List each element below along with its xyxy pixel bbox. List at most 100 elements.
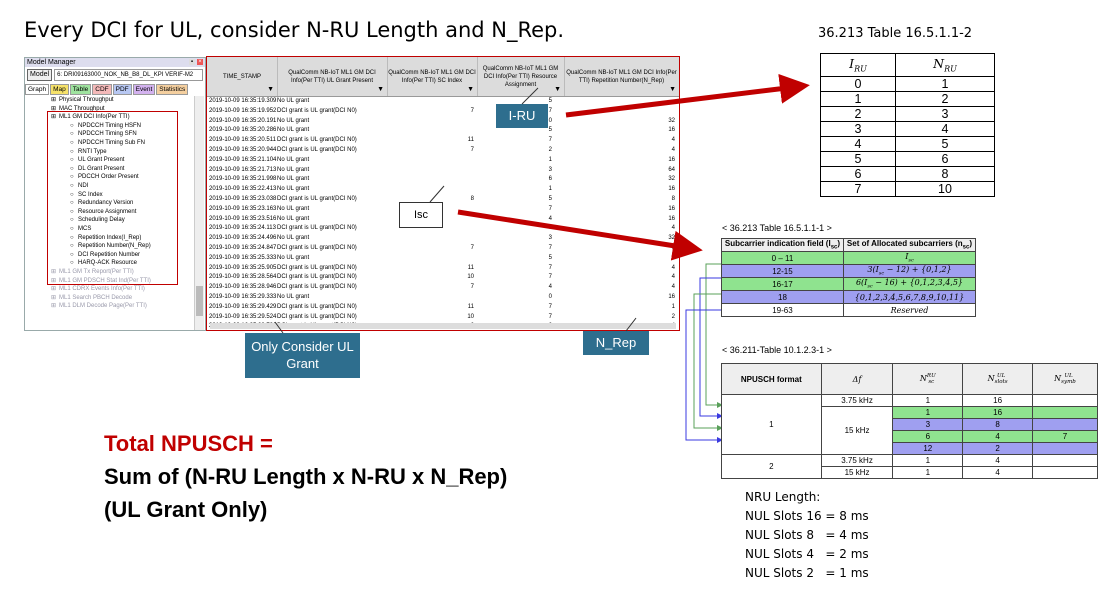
iru-row: 7 10 (820, 181, 995, 197)
iru-row: 45 (820, 136, 995, 152)
iru-cell: 4 (820, 136, 896, 152)
npusch-nsymb (1032, 406, 1098, 419)
npusch-header-2: N RU sc (892, 363, 964, 395)
npusch-nsc: 1 (892, 454, 964, 467)
nru-line: NUL Slots 8 = 4 ms (745, 528, 869, 542)
nru-line: NUL Slots 16 = 8 ms (745, 509, 869, 523)
iru-table-caption: 36.213 Table 16.5.1.1-2 (818, 26, 973, 41)
npusch-nsc: 12 (892, 442, 964, 455)
npusch-nslots: 16 (962, 394, 1033, 407)
npusch-df: 3.75 kHz (820, 454, 894, 467)
npusch-nsc: 3 (892, 418, 964, 431)
npusch-nsymb (1032, 394, 1098, 407)
iru-row: 12 (820, 91, 995, 107)
iru-cell: 2 (820, 106, 896, 122)
npusch-nslots: 4 (962, 454, 1033, 467)
sc-set-cell: Reserved (842, 303, 977, 317)
sc-field-cell: 0 – 11 (721, 251, 844, 265)
npusch-nslots: 8 (962, 418, 1033, 431)
iru-cell: 3 (895, 106, 995, 122)
sc-field-cell: 12-15 (721, 264, 844, 278)
iru-cell: 4 (895, 121, 995, 137)
iru-header-iru: IRU (820, 53, 896, 77)
nru-title: NRU Length: (745, 490, 821, 504)
npusch-df: 15 kHz (820, 466, 894, 479)
connector-0-11 (705, 263, 723, 408)
npusch-nslots: 2 (962, 442, 1033, 455)
npusch-header-1: Δf (820, 363, 894, 395)
npusch-nsymb (1032, 418, 1098, 431)
sc-header-field: Subcarrier indication field (Isc) (721, 238, 844, 252)
npusch-nsymb (1032, 466, 1098, 479)
iru-cell: 0 (820, 76, 896, 92)
nru-length-notes: NRU Length: NUL Slots 16 = 8 ms NUL Slots… (745, 488, 869, 583)
npusch-format-1: 1 (721, 394, 822, 455)
npusch-nslots: 16 (962, 406, 1033, 419)
iru-cell: 2 (895, 91, 995, 107)
iru-header-nru: NRU (895, 53, 995, 77)
npusch-df: 3.75 kHz (820, 394, 894, 407)
sc-row: 0 – 11 Isc (721, 251, 977, 265)
connector-18 (685, 309, 723, 443)
iru-cell: 1 (895, 76, 995, 92)
total-line-2: Sum of (N-RU Length x N-RU x N_Rep) (104, 464, 508, 489)
iru-cell: 6 (820, 166, 896, 182)
nru-line: NUL Slots 4 = 2 ms (745, 547, 869, 561)
iru-cell: 5 (895, 136, 995, 152)
npusch-header-0: NPUSCH format (721, 363, 822, 395)
nru-line: NUL Slots 2 = 1 ms (745, 566, 869, 580)
sc-field-cell: 16-17 (721, 277, 844, 291)
iru-row: 68 (820, 166, 995, 182)
sc-row: 19-63 Reserved (721, 303, 977, 317)
npusch-nslots: 4 (962, 466, 1033, 479)
arrow-iru (565, 73, 810, 118)
sc-header-set: Set of Allocated subcarriers (nsc) (842, 238, 977, 252)
npusch-header-3: N UL slots (962, 363, 1033, 395)
sc-set-cell: {0,1,2,3,4,5,6,7,8,9,10,11} (842, 290, 977, 304)
ul-grant-pointer (274, 321, 284, 334)
isc-pointer (429, 185, 445, 203)
iru-pointer (521, 87, 539, 105)
nrep-pointer (625, 317, 637, 332)
npusch-nsc: 1 (892, 406, 964, 419)
sc-row: 18 {0,1,2,3,4,5,6,7,8,9,10,11} (721, 290, 977, 304)
iru-table: IRU NRU 0 1 1 2 2 3 3 4 4 5 5 6 6 8 7 10 (820, 53, 995, 197)
npusch-nsc: 1 (892, 394, 964, 407)
iru-row: 01 (820, 76, 995, 92)
iru-row: 34 (820, 121, 995, 137)
npusch-nsc: 1 (892, 466, 964, 479)
npusch-table-caption: < 36.211-Table 10.1.2.3-1 > (722, 345, 832, 355)
iru-row: 23 (820, 106, 995, 122)
sc-table-caption: < 36.213 Table 16.5.1.1-1 > (722, 223, 832, 233)
connector-12-15 (699, 277, 723, 419)
sc-set-cell: 3(Isc − 12) + {0,1,2} (842, 264, 977, 278)
iru-cell: 10 (895, 181, 995, 197)
iru-cell: 3 (820, 121, 896, 137)
iru-cell: 1 (820, 91, 896, 107)
npusch-nsymb (1032, 454, 1098, 467)
total-line-1: Total NPUSCH = (104, 431, 273, 456)
iru-row: 56 (820, 151, 995, 167)
npusch-header-4: N UL symb (1032, 363, 1098, 395)
total-line-3: (UL Grant Only) (104, 497, 268, 522)
npusch-df: 15 kHz (820, 406, 894, 455)
subcarrier-table: Subcarrier indication field (Isc) Set of… (721, 238, 977, 317)
total-formula: Total NPUSCH = Sum of (N-RU Length x N-R… (104, 427, 507, 526)
npusch-nslots: 4 (962, 430, 1033, 443)
npusch-row: 2 3.75 kHz 1 4 (721, 454, 1098, 479)
sc-row: 12-15 3(Isc − 12) + {0,1,2} (721, 264, 977, 278)
connector-16-17 (693, 293, 723, 431)
npusch-nsymb (1032, 442, 1098, 455)
sc-field-cell: 19-63 (721, 303, 844, 317)
iru-cell: 6 (895, 151, 995, 167)
sc-set-cell: 6(Isc − 16) + {0,1,2,3,4,5} (842, 277, 977, 291)
arrow-isc (457, 209, 703, 261)
sc-set-cell: Isc (842, 251, 977, 265)
npusch-table: NPUSCH format Δf N RU sc N UL slots N UL symb 1 3.7… (721, 363, 1098, 479)
npusch-format-2: 2 (721, 454, 822, 479)
npusch-nsymb: 7 (1032, 430, 1098, 443)
iru-cell: 5 (820, 151, 896, 167)
npusch-nsc: 6 (892, 430, 964, 443)
iru-cell: 7 (820, 181, 896, 197)
iru-cell: 8 (895, 166, 995, 182)
